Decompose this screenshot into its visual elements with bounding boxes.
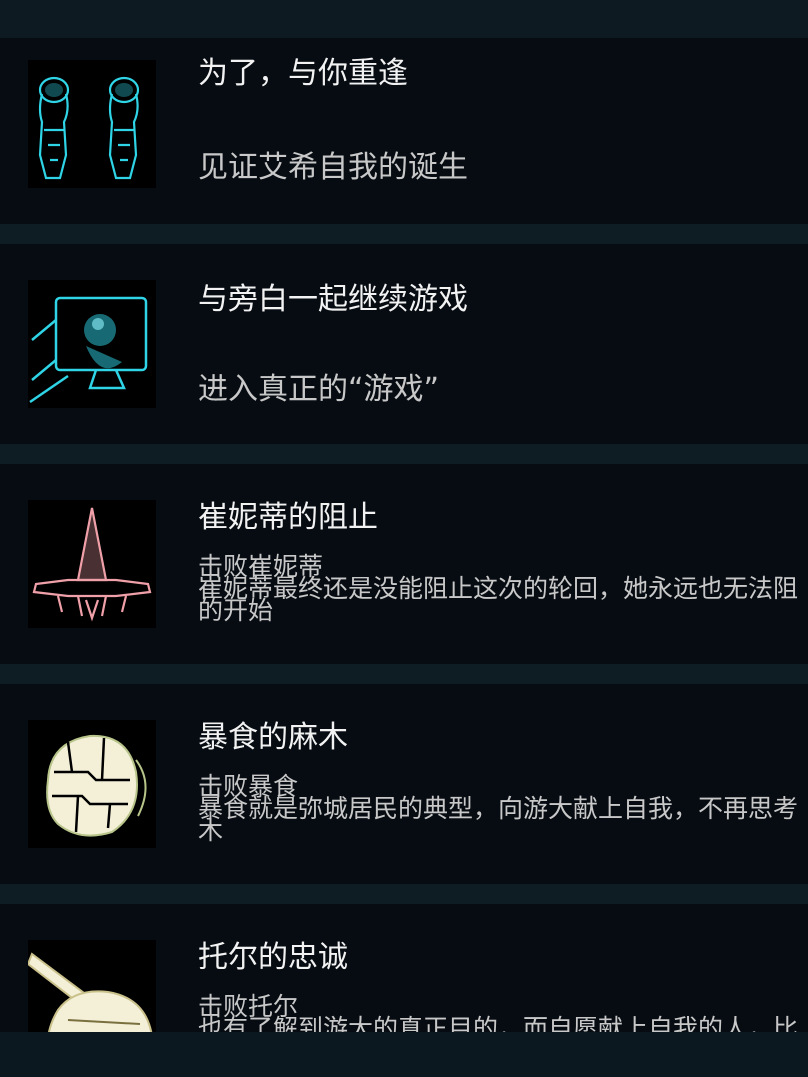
achievement-title: 暴食的麻木 xyxy=(198,720,348,755)
achievement-title: 与旁白一起继续游戏 xyxy=(198,282,468,317)
achievement-subtitle: 见证艾希自我的诞生 xyxy=(198,150,468,185)
achievement-description: 击败托尔 也有了解到游大的真正目的，而自愿献上自我的人，比 xyxy=(198,994,808,1032)
achievement-desc-line: 也有了解到游大的真正目的，而自愿献上自我的人，比 xyxy=(198,1014,799,1032)
achievement-desc-line: 的开始 xyxy=(198,596,274,625)
top-bar xyxy=(0,0,808,38)
achievement-card[interactable]: 与旁白一起继续游戏 进入真正的“游戏” xyxy=(0,244,808,444)
cannon-icon xyxy=(28,940,156,1032)
achievement-title: 崔妮蒂的阻止 xyxy=(198,500,378,535)
achievement-subtitle: 进入真正的“游戏” xyxy=(198,372,440,407)
achievement-card[interactable]: 为了，与你重逢 见证艾希自我的诞生 xyxy=(0,38,808,224)
starship-icon xyxy=(28,500,156,628)
achievement-title: 托尔的忠诚 xyxy=(198,940,348,975)
achievement-description: 击败暴食 暴食就是弥城居民的典型，向游大献上自我，不再思考 木 xyxy=(198,774,808,845)
achievement-desc-line: 木 xyxy=(198,816,224,845)
achievement-card[interactable]: 托尔的忠诚 击败托尔 也有了解到游大的真正目的，而自愿献上自我的人，比 xyxy=(0,904,808,1032)
achievement-title: 为了，与你重逢 xyxy=(198,56,408,91)
achievement-description: 击败崔妮蒂 崔妮蒂最终还是没能阻止这次的轮回，她永远也无法阻 的开始 xyxy=(198,554,808,625)
monitor-hologram-icon xyxy=(28,280,156,408)
twin-figures-icon xyxy=(28,60,156,188)
achievement-desc-line: 暴食就是弥城居民的典型，向游大献上自我，不再思考 xyxy=(198,794,799,823)
achievement-card[interactable]: 崔妮蒂的阻止 击败崔妮蒂 崔妮蒂最终还是没能阻止这次的轮回，她永远也无法阻 的开… xyxy=(0,464,808,664)
achievement-list[interactable]: 为了，与你重逢 见证艾希自我的诞生 与旁白一起继续游戏 进入真正的“游戏” 崔妮… xyxy=(0,38,808,1032)
achievement-desc-line: 崔妮蒂最终还是没能阻止这次的轮回，她永远也无法阻 xyxy=(198,574,799,603)
armored-sphere-icon xyxy=(28,720,156,848)
achievement-card[interactable]: 暴食的麻木 击败暴食 暴食就是弥城居民的典型，向游大献上自我，不再思考 木 xyxy=(0,684,808,884)
bottom-bar xyxy=(0,1032,808,1077)
